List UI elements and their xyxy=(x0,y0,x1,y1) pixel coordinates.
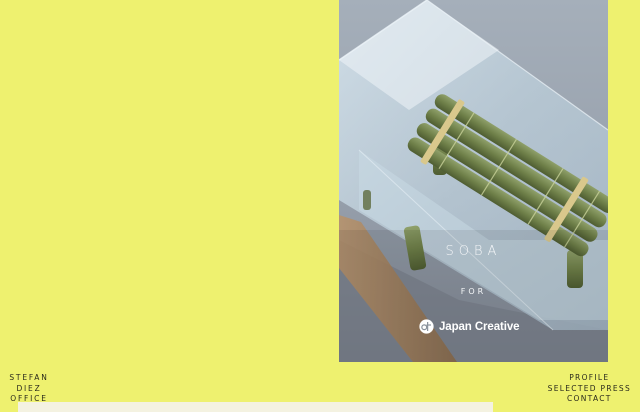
for-label: FOR xyxy=(460,287,487,296)
hero-project-image[interactable]: SOBA FOR Japan Creative xyxy=(339,0,608,362)
nav-link-contact[interactable]: CONTACT xyxy=(548,394,631,405)
japan-creative-logo-icon xyxy=(419,319,434,334)
partner-name: Japan Creative xyxy=(439,320,520,333)
nav-link-selected-press[interactable]: SELECTED PRESS xyxy=(548,384,631,395)
main-navigation: PROFILE SELECTED PRESS CONTACT xyxy=(548,373,631,405)
project-title: SOBA xyxy=(445,244,502,259)
brand-line: STEFAN xyxy=(9,373,49,382)
partner-credit: Japan Creative xyxy=(419,319,520,334)
studio-logo[interactable]: STEFAN DIEZ OFFICE xyxy=(6,373,52,405)
nav-link-profile[interactable]: PROFILE xyxy=(548,373,631,384)
next-section-strip xyxy=(18,402,493,412)
brand-line: DIEZ xyxy=(16,383,42,393)
bamboo-table-photo xyxy=(339,0,608,362)
